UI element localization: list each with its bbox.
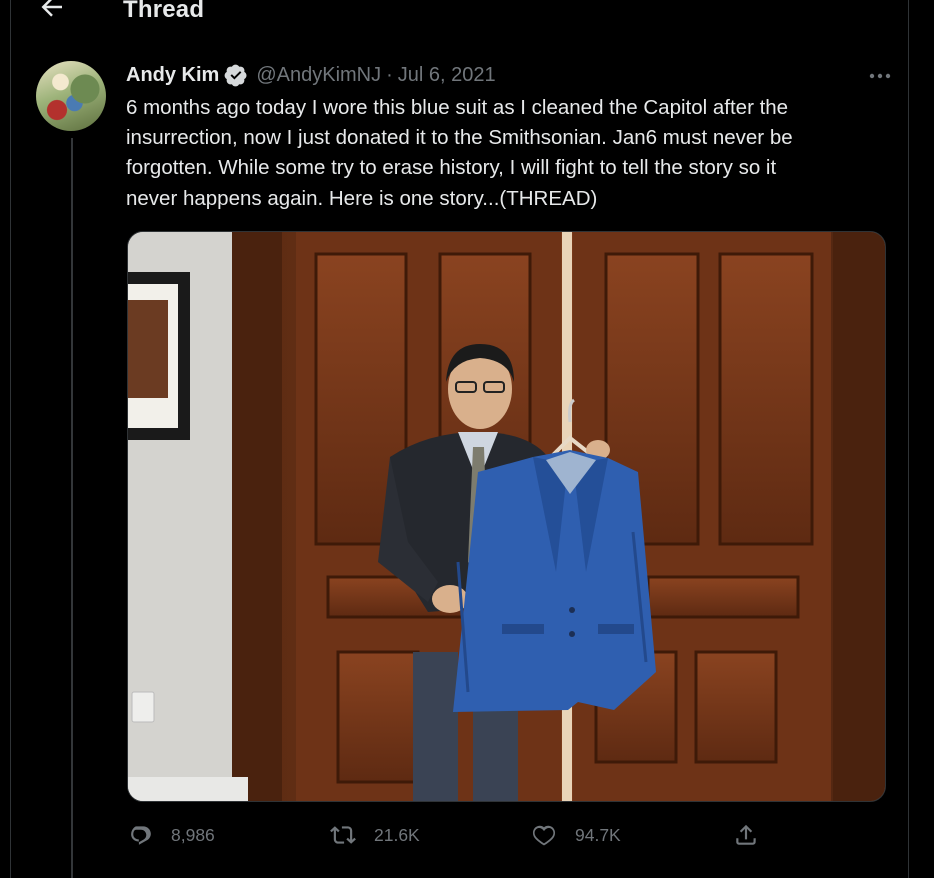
thread-header: Thread <box>11 0 908 26</box>
photo-suit-donation <box>128 232 885 801</box>
retweet-count: 21.6K <box>374 824 420 845</box>
like-count: 94.7K <box>575 824 621 845</box>
thread-connector-line <box>71 138 73 878</box>
tweet-meta: Andy Kim @AndyKimNJ · Jul 6, 2021 <box>126 62 496 88</box>
reply-button[interactable]: 8,986 <box>127 820 215 850</box>
share-button[interactable] <box>733 820 777 850</box>
like-button[interactable]: 94.7K <box>531 820 621 850</box>
share-icon <box>736 824 756 845</box>
meta-separator: · <box>386 63 393 86</box>
tweet-text: 6 months ago today I wore this blue suit… <box>126 96 793 210</box>
tweet-date[interactable]: Jul 6, 2021 <box>398 64 496 87</box>
retweet-icon <box>330 826 356 844</box>
timeline-column: Thread Andy Kim @AndyKimNJ · Jul 6, 2021… <box>10 0 909 878</box>
tweet-photo[interactable] <box>127 231 886 802</box>
back-arrow-icon[interactable] <box>37 0 67 22</box>
avatar[interactable] <box>36 61 106 131</box>
reply-count: 8,986 <box>171 824 215 845</box>
more-icon[interactable] <box>867 66 893 86</box>
tweet-actions: 8,986 21.6K 94.7K <box>127 820 887 850</box>
author-handle[interactable]: @AndyKimNJ <box>256 64 381 87</box>
verified-badge-icon <box>224 63 248 87</box>
like-icon <box>532 825 556 846</box>
reply-icon <box>131 826 151 845</box>
page-title: Thread <box>123 0 205 23</box>
author-name[interactable]: Andy Kim <box>126 64 219 87</box>
retweet-button[interactable]: 21.6K <box>330 820 420 850</box>
